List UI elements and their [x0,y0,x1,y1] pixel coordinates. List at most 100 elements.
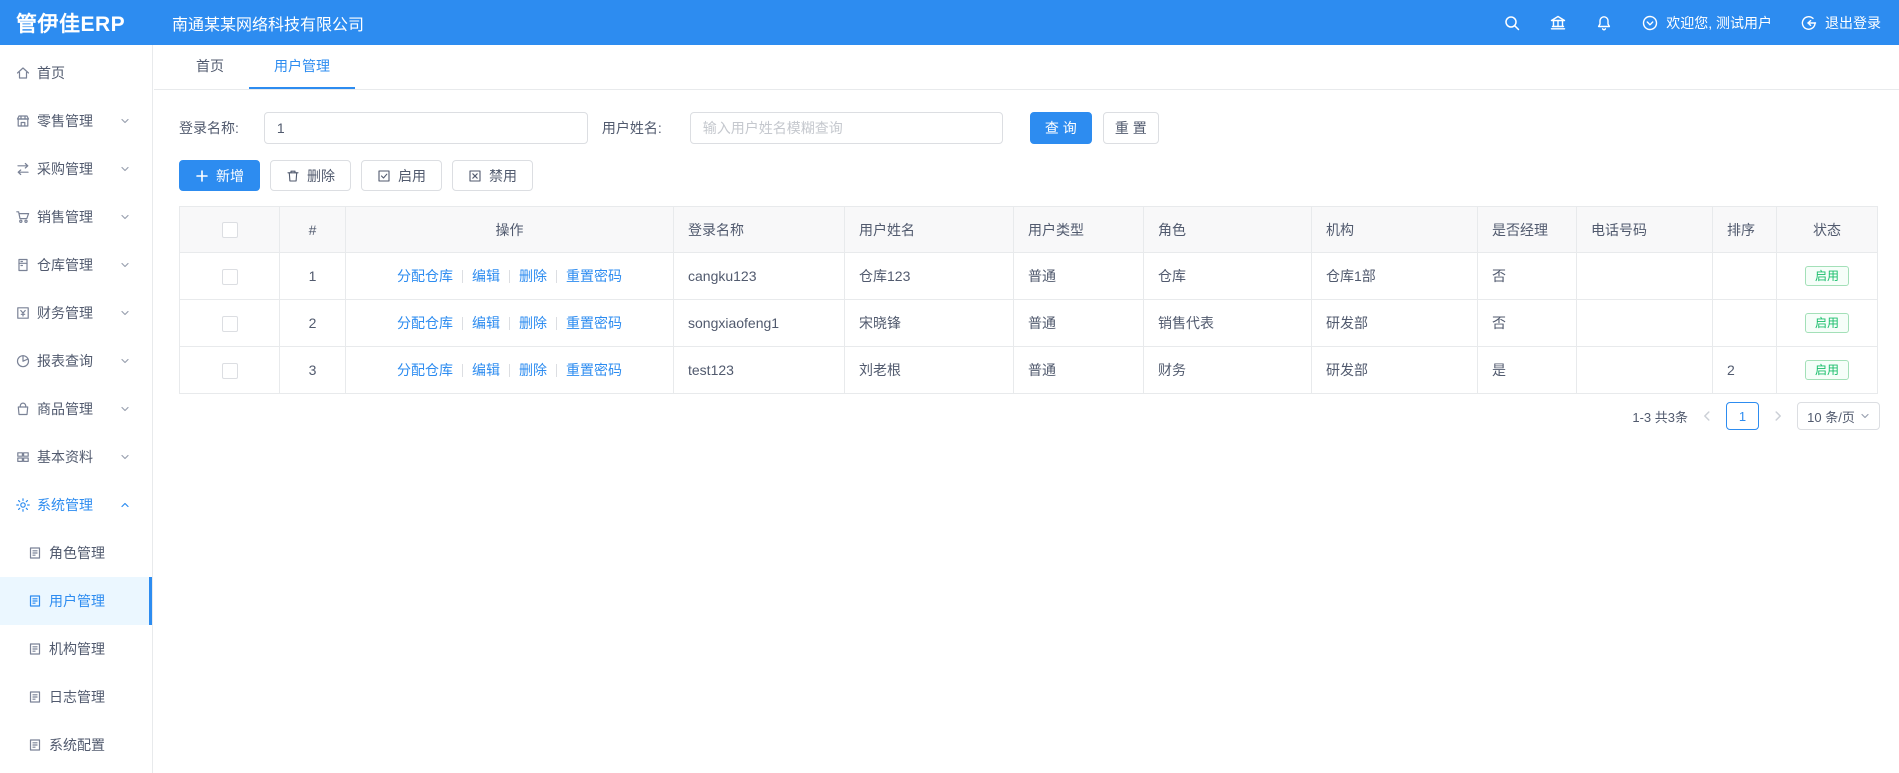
select-all-checkbox[interactable] [221,222,238,239]
status-badge: 启用 [1804,313,1849,333]
sidebar-item-label: 采购管理 [37,161,93,177]
page-size-value: 10 条/页 [1807,409,1855,425]
table-header-row: # 操作 登录名称 用户姓名 用户类型 角色 机构 是否经理 电话号码 排序 状… [179,206,1878,253]
reset-password-link[interactable]: 重置密码 [566,313,622,333]
cell-role: 财务 [1143,346,1312,394]
document-icon [27,593,43,609]
sidebar-item-label: 机构管理 [49,641,105,657]
cell-index: 2 [279,299,346,347]
delete-button[interactable]: 删除 [270,160,351,191]
prev-page-icon[interactable] [1699,408,1715,424]
bell-icon[interactable] [1595,14,1613,32]
assign-warehouse-link[interactable]: 分配仓库 [397,313,453,333]
circle-chevron-down-icon [1641,14,1659,32]
col-status: 状态 [1776,206,1878,253]
link-divider [462,269,463,283]
disable-button[interactable]: 禁用 [452,160,533,191]
bank-icon[interactable] [1549,14,1567,32]
assign-warehouse-link[interactable]: 分配仓库 [397,266,453,286]
link-divider [556,363,557,377]
sidebar-item-system-config[interactable]: 系统配置 [0,721,152,769]
reset-password-link[interactable]: 重置密码 [566,266,622,286]
sidebar-item-home[interactable]: 首页 [0,49,152,97]
cell-name: 刘老根 [844,346,1014,394]
user-menu[interactable]: 欢迎您, 测试用户 [1641,13,1772,33]
sidebar-item-user-mgmt[interactable]: 用户管理 [0,577,152,625]
cell-manager: 是 [1477,346,1577,394]
assign-warehouse-link[interactable]: 分配仓库 [397,360,453,380]
logout-button[interactable]: 退出登录 [1800,13,1881,33]
tab-user-mgmt[interactable]: 用户管理 [249,45,355,89]
sidebar-item-label: 财务管理 [37,305,93,321]
sidebar-item-label: 商品管理 [37,401,93,417]
enable-button[interactable]: 启用 [361,160,442,191]
sidebar-item-retail[interactable]: 零售管理 [0,97,152,145]
home-icon [15,65,31,81]
sidebar-item-label: 销售管理 [37,209,93,225]
tab-home[interactable]: 首页 [171,45,249,89]
cell-manager: 否 [1477,299,1577,347]
cell-phone [1576,346,1713,394]
cell-login: cangku123 [673,252,845,300]
edit-link[interactable]: 编辑 [472,266,500,286]
page-number-button[interactable]: 1 [1726,402,1759,430]
sidebar-item-goods[interactable]: 商品管理 [0,385,152,433]
sidebar-item-finance[interactable]: 财务管理 [0,289,152,337]
row-checkbox[interactable] [221,268,238,285]
cell-phone [1576,252,1713,300]
main-content: 首页 用户管理 登录名称: 用户姓名: 查 询 重 置 新增 删除 启用 禁用 [154,45,1899,773]
next-page-icon[interactable] [1770,408,1786,424]
sidebar-item-role-mgmt[interactable]: 角色管理 [0,529,152,577]
page-size-select[interactable]: 10 条/页 [1797,402,1880,430]
row-checkbox[interactable] [221,362,238,379]
cell-index: 1 [279,252,346,300]
logout-icon [1800,14,1818,32]
cell-type: 普通 [1013,252,1144,300]
login-name-input[interactable] [263,112,588,144]
delete-link[interactable]: 删除 [519,266,547,286]
delete-link[interactable]: 删除 [519,360,547,380]
link-divider [462,363,463,377]
x-square-icon [469,169,481,182]
query-button[interactable]: 查 询 [1029,112,1092,144]
cell-role: 销售代表 [1143,299,1312,347]
sidebar-item-reports[interactable]: 报表查询 [0,337,152,385]
table-row: 1 分配仓库 编辑 删除 重置密码 cangku123 仓库123 普通 仓库 … [179,252,1878,300]
sidebar-item-sales[interactable]: 销售管理 [0,193,152,241]
login-name-label: 登录名称: [179,120,239,136]
row-checkbox[interactable] [221,315,238,332]
chevron-down-icon [120,260,130,270]
sidebar-item-purchase[interactable]: 采购管理 [0,145,152,193]
sidebar-item-label: 报表查询 [37,353,93,369]
reset-button[interactable]: 重 置 [1102,112,1159,144]
sidebar-item-warehouse[interactable]: 仓库管理 [0,241,152,289]
sidebar-item-basic-data[interactable]: 基本资料 [0,433,152,481]
table-body: 1 分配仓库 编辑 删除 重置密码 cangku123 仓库123 普通 仓库 … [179,252,1878,394]
col-type: 用户类型 [1013,206,1144,253]
sidebar-item-log-mgmt[interactable]: 日志管理 [0,673,152,721]
chevron-down-icon [120,404,130,414]
user-name-input[interactable] [689,112,1003,144]
sidebar-item-org-mgmt[interactable]: 机构管理 [0,625,152,673]
app-logo: 管伊佳ERP [16,12,126,36]
link-divider [462,316,463,330]
edit-link[interactable]: 编辑 [472,313,500,333]
sidebar-item-system[interactable]: 系统管理 [0,481,152,529]
add-button[interactable]: 新增 [179,160,260,191]
row-actions: 分配仓库 编辑 删除 重置密码 [350,266,669,286]
cell-type: 普通 [1013,299,1144,347]
pagination-total: 1-3 共3条 [1632,409,1688,425]
search-icon[interactable] [1503,14,1521,32]
reset-password-link[interactable]: 重置密码 [566,360,622,380]
edit-link[interactable]: 编辑 [472,360,500,380]
link-divider [556,269,557,283]
cell-index: 3 [279,346,346,394]
logout-text: 退出登录 [1825,14,1881,31]
cell-role: 仓库 [1143,252,1312,300]
table-row: 2 分配仓库 编辑 删除 重置密码 songxiaofeng1 宋晓锋 普通 销… [179,299,1878,347]
status-badge: 启用 [1804,360,1849,380]
finance-icon [15,305,31,321]
cell-org: 仓库1部 [1311,252,1478,300]
chevron-down-icon [120,164,130,174]
delete-link[interactable]: 删除 [519,313,547,333]
